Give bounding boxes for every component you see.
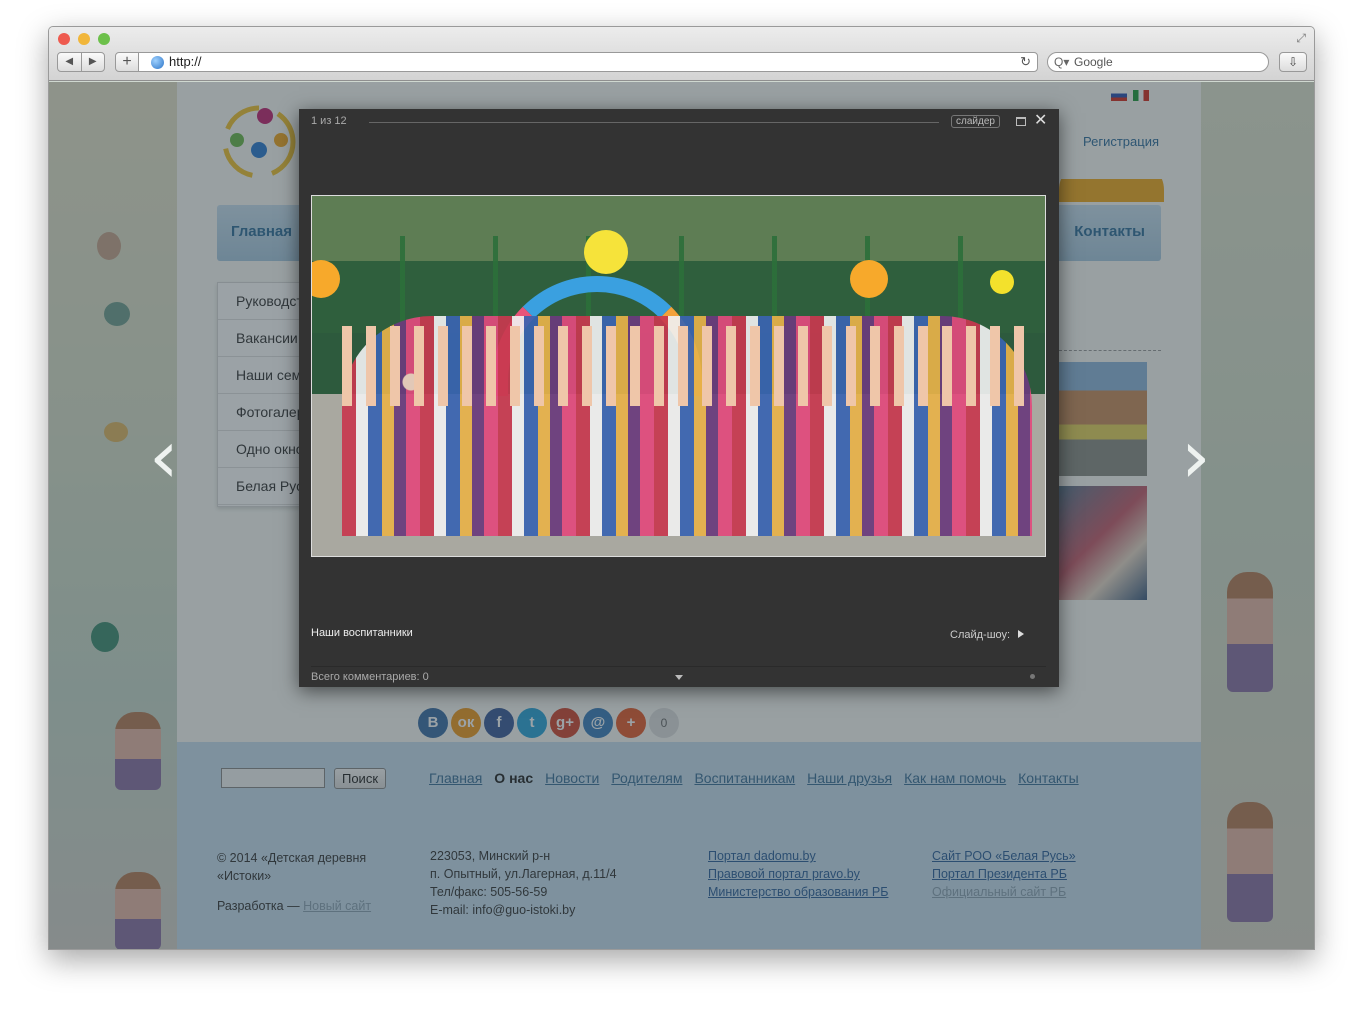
image-counter: 1 из 12: [311, 115, 347, 127]
close-icon[interactable]: ✕: [1034, 110, 1047, 130]
reload-icon[interactable]: ↻: [1020, 53, 1031, 71]
forward-button[interactable]: ▶: [82, 53, 105, 71]
minimize-window-button[interactable]: [78, 33, 90, 45]
photo-caption: Наши воспитанники: [311, 627, 413, 639]
browser-toolbar: ⤢ ◀ ▶ + http:// ↻ Q▾ Google ⇩: [49, 27, 1314, 81]
search-icon: Q▾: [1054, 55, 1070, 69]
children-faces: [342, 326, 1032, 406]
expand-comments-icon[interactable]: [675, 675, 683, 680]
lightbox-window: 1 из 12 слайдер ✕ Наши воспитанники Слай…: [299, 109, 1059, 687]
globe-icon: [151, 56, 164, 69]
comments-count: Всего комментариев: 0: [311, 671, 429, 683]
maximize-icon[interactable]: [1016, 117, 1026, 126]
slideshow-label: Слайд-шоу:: [950, 629, 1011, 641]
fullscreen-icon[interactable]: ⤢: [1296, 31, 1306, 46]
play-icon[interactable]: [1018, 630, 1025, 638]
next-arrow-icon[interactable]: ›: [1181, 414, 1211, 500]
new-tab-button[interactable]: +: [115, 52, 139, 72]
zoom-window-button[interactable]: [98, 33, 110, 45]
downloads-button[interactable]: ⇩: [1279, 52, 1307, 72]
back-forward-buttons: ◀ ▶: [57, 52, 105, 72]
browser-window: ⤢ ◀ ▶ + http:// ↻ Q▾ Google ⇩ Регистраци…: [48, 26, 1315, 950]
slideshow-control[interactable]: Слайд-шоу:: [950, 629, 1025, 641]
yellow-balloon: [584, 230, 628, 274]
address-bar[interactable]: http:// ↻: [138, 52, 1038, 72]
url-text: http://: [169, 54, 202, 69]
close-window-button[interactable]: [58, 33, 70, 45]
search-placeholder: Google: [1074, 55, 1113, 69]
flower-balloon: [850, 260, 888, 298]
smiley-balloon: [990, 270, 1014, 294]
gallery-photo[interactable]: [311, 195, 1046, 557]
back-button[interactable]: ◀: [58, 53, 82, 71]
search-field[interactable]: Q▾ Google: [1047, 52, 1269, 72]
dot-icon: [1030, 674, 1035, 679]
web-viewport: Регистрация Главная Контакты Руководство…: [49, 82, 1314, 949]
slider-button[interactable]: слайдер: [951, 115, 1000, 128]
progress-line: [369, 122, 939, 123]
previous-arrow-icon[interactable]: ‹: [149, 414, 179, 500]
divider: [311, 666, 1046, 667]
